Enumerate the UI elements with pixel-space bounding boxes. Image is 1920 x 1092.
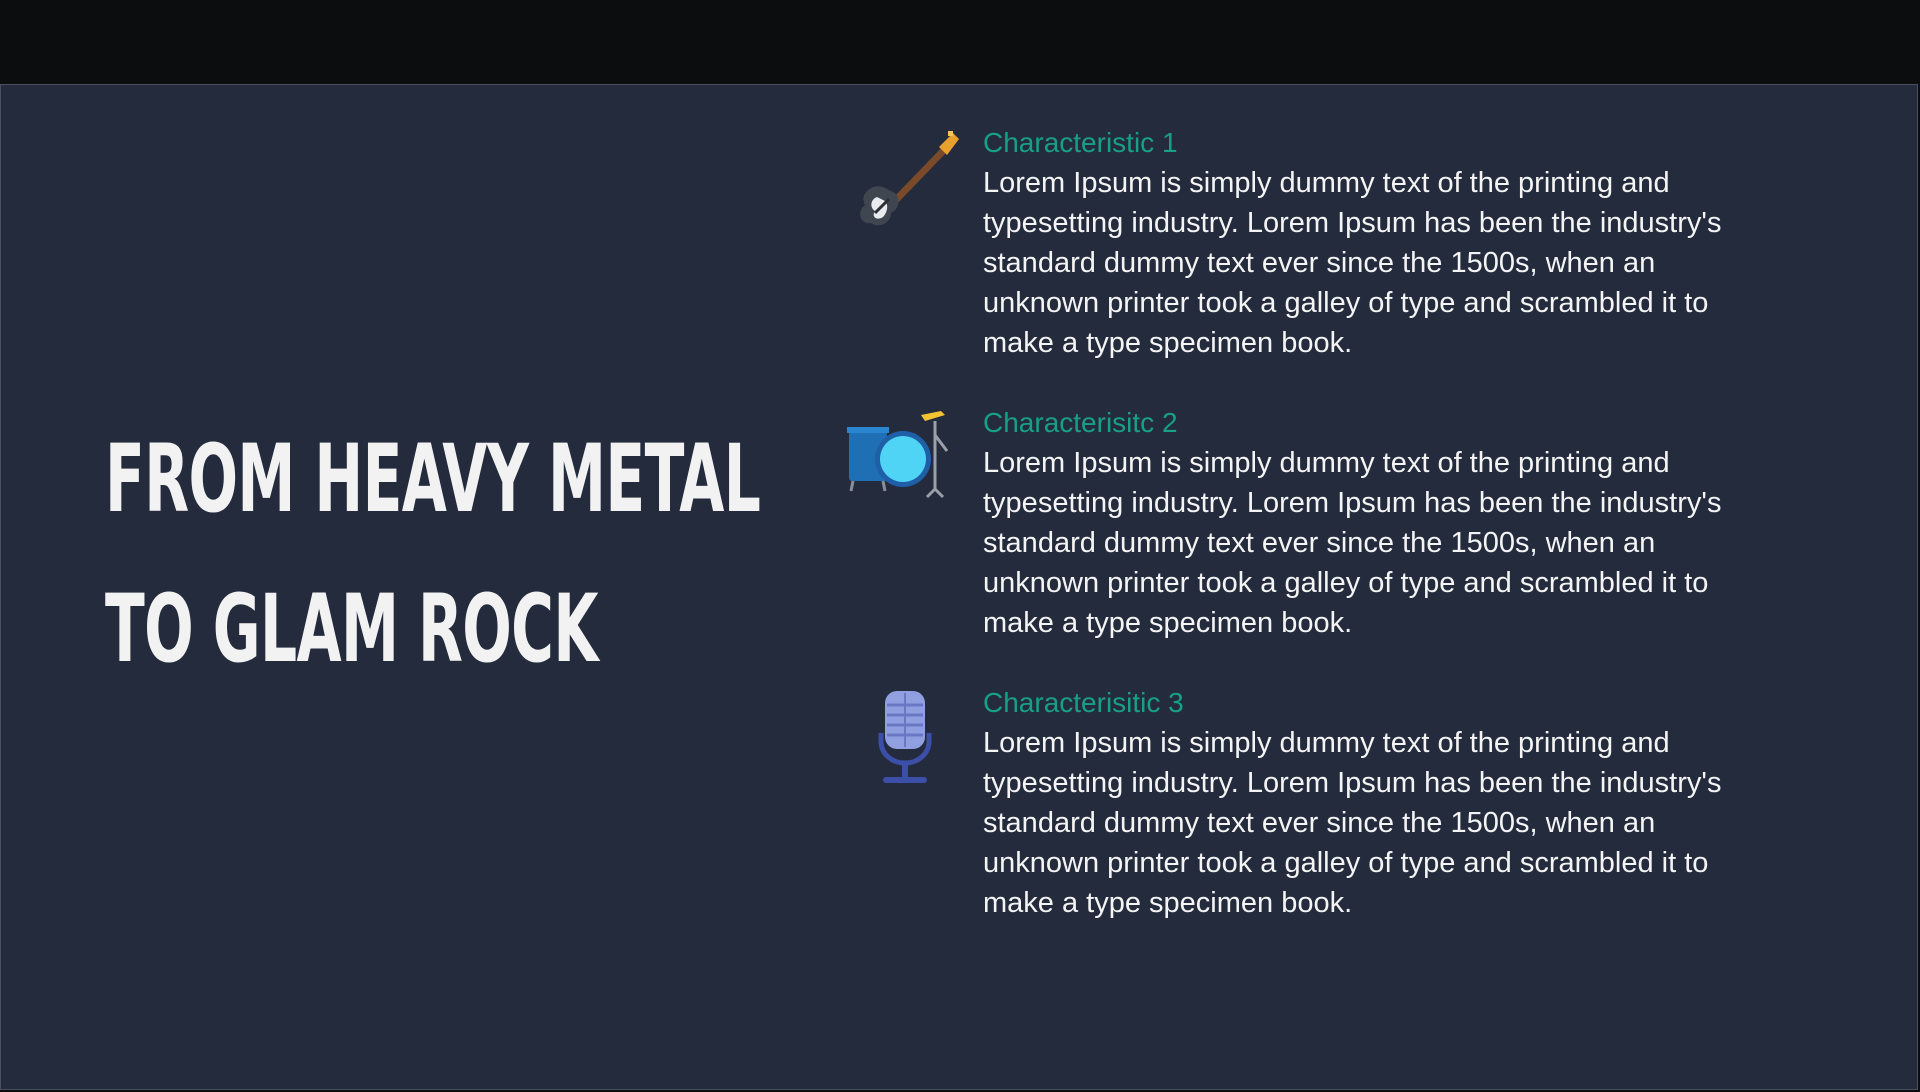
characteristic-body: Lorem Ipsum is simply dummy text of the … [983, 447, 1722, 639]
slide: FROM HEAVY METAL TO GLAM ROCK Characteri… [0, 84, 1918, 1090]
slide-headline: FROM HEAVY METAL TO GLAM ROCK [105, 405, 761, 705]
characteristic-title: Characterisitc 2 [983, 407, 1178, 438]
characteristic-title: Characterisitic 3 [983, 687, 1184, 718]
characteristic-title: Characteristic 1 [983, 127, 1178, 158]
microphone-icon [841, 685, 961, 795]
headline-line-2: TO GLAM ROCK [105, 575, 598, 684]
drum-kit-icon [841, 405, 961, 515]
characteristic-body: Lorem Ipsum is simply dummy text of the … [983, 727, 1722, 919]
headline-line-1: FROM HEAVY METAL [105, 425, 761, 534]
top-bar [0, 0, 1920, 84]
electric-guitar-icon [841, 125, 961, 235]
characteristic-body: Lorem Ipsum is simply dummy text of the … [983, 167, 1722, 359]
